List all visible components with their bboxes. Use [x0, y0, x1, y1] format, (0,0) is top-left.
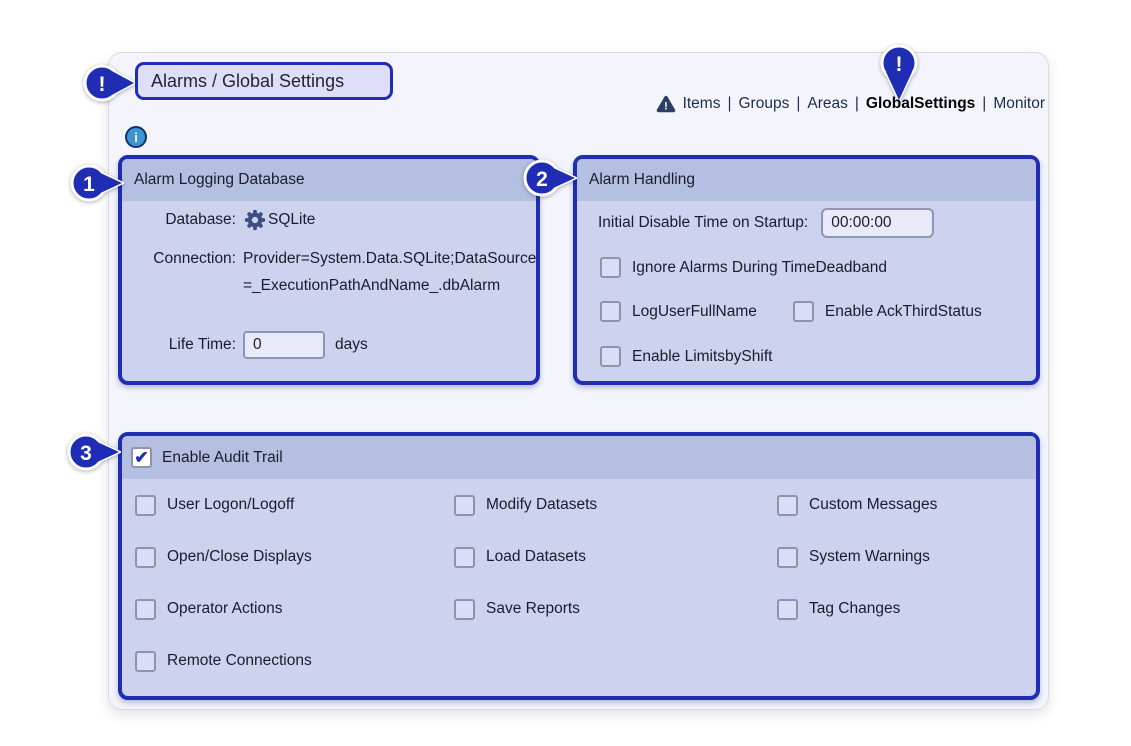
- page-title: Alarms / Global Settings: [135, 62, 393, 100]
- panel2-number-pin-icon: 2: [519, 157, 577, 201]
- checkbox-system-warnings[interactable]: [777, 547, 798, 568]
- checkbox-label: Open/Close Displays: [167, 548, 312, 566]
- svg-text:!: !: [99, 73, 106, 96]
- checkbox-label: Load Datasets: [486, 548, 586, 566]
- nav-separator: |: [727, 95, 731, 113]
- checkbox-label: Ignore Alarms During TimeDeadband: [632, 259, 887, 277]
- info-icon[interactable]: i: [125, 126, 147, 148]
- checkbox-label: LogUserFullName: [632, 303, 757, 321]
- svg-text:3: 3: [80, 442, 92, 465]
- lifetime-label: Life Time:: [132, 336, 236, 354]
- panel1-number-pin-icon: 1: [66, 162, 124, 206]
- checkbox-label: Modify Datasets: [486, 496, 597, 514]
- title-alert-pin-icon: !: [80, 61, 138, 105]
- gear-icon[interactable]: [244, 209, 266, 231]
- nav-item-items[interactable]: Items: [683, 95, 721, 113]
- connection-value: Provider=System.Data.SQLite;DataSource=_…: [243, 245, 543, 299]
- checkbox-open-close-displays[interactable]: [135, 547, 156, 568]
- checkbox-label: User Logon/Logoff: [167, 496, 294, 514]
- checkbox-tag-changes[interactable]: [777, 599, 798, 620]
- lifetime-input[interactable]: [243, 331, 325, 359]
- enable-audit-trail-label: Enable Audit Trail: [162, 449, 283, 467]
- checkbox-label: Tag Changes: [809, 600, 900, 618]
- nav-item-monitor[interactable]: Monitor: [993, 95, 1045, 113]
- checkbox-label: Enable AckThirdStatus: [825, 303, 982, 321]
- checkbox-operator-actions[interactable]: [135, 599, 156, 620]
- checkbox-modify-datasets[interactable]: [454, 495, 475, 516]
- svg-text:!: !: [664, 101, 668, 113]
- panel-audit-trail: ✔ Enable Audit Trail User Logon/Logoff O…: [118, 432, 1040, 700]
- checkbox-remote-connections[interactable]: [135, 651, 156, 672]
- warning-triangle-icon: !: [656, 95, 676, 113]
- checkbox-ignore-alarms-timedeadband[interactable]: [600, 257, 621, 278]
- panel-alarm-handling-header: Alarm Handling: [577, 159, 1036, 201]
- database-value: SQLite: [268, 211, 315, 229]
- checkbox-label: Save Reports: [486, 600, 580, 618]
- panel-alarm-logging-header: Alarm Logging Database: [122, 159, 536, 201]
- checkbox-enable-limitsbyshift[interactable]: [600, 346, 621, 367]
- nav-item-areas[interactable]: Areas: [807, 95, 848, 113]
- checkbox-label: Enable LimitsbyShift: [632, 348, 772, 366]
- initial-disable-time-label: Initial Disable Time on Startup:: [598, 214, 808, 232]
- checkbox-load-datasets[interactable]: [454, 547, 475, 568]
- database-label: Database:: [132, 211, 236, 229]
- panel3-number-pin-icon: 3: [63, 431, 121, 475]
- checkbox-enable-audit-trail[interactable]: ✔: [131, 447, 152, 468]
- checkbox-enable-ackthirdstatus[interactable]: [793, 301, 814, 322]
- checkbox-label: Remote Connections: [167, 652, 312, 670]
- svg-text:!: !: [896, 53, 903, 76]
- checkbox-loguserfullname[interactable]: [600, 301, 621, 322]
- breadcrumb-nav: ! Items | Groups | Areas | GlobalSetting…: [656, 95, 1045, 113]
- checkbox-label: Operator Actions: [167, 600, 282, 618]
- svg-text:2: 2: [536, 168, 548, 191]
- nav-separator: |: [796, 95, 800, 113]
- panel-alarm-logging-database: Alarm Logging Database Database: SQLite: [118, 155, 540, 385]
- nav-separator: |: [855, 95, 859, 113]
- checkbox-user-logon-logoff[interactable]: [135, 495, 156, 516]
- checkbox-label: System Warnings: [809, 548, 930, 566]
- lifetime-unit: days: [335, 336, 368, 354]
- svg-text:1: 1: [83, 173, 95, 196]
- panel-alarm-handling: Alarm Handling Initial Disable Time on S…: [573, 155, 1040, 385]
- checkbox-label: Custom Messages: [809, 496, 937, 514]
- initial-disable-time-input[interactable]: [821, 208, 934, 238]
- nav-separator: |: [982, 95, 986, 113]
- checkbox-custom-messages[interactable]: [777, 495, 798, 516]
- nav-item-globalsettings[interactable]: GlobalSettings: [866, 95, 975, 113]
- nav-item-groups[interactable]: Groups: [739, 95, 790, 113]
- checkbox-save-reports[interactable]: [454, 599, 475, 620]
- panel-audit-trail-header: ✔ Enable Audit Trail: [122, 436, 1036, 479]
- connection-label: Connection:: [132, 245, 236, 272]
